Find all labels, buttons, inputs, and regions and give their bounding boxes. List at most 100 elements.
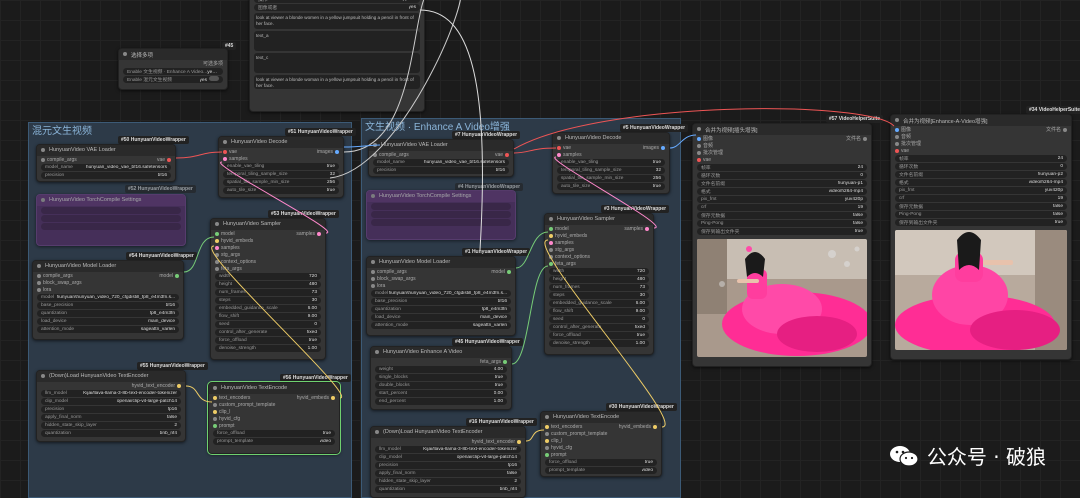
widget-row[interactable]: num_frames 73 bbox=[215, 289, 321, 296]
widget-row[interactable]: precision bf16 bbox=[41, 172, 171, 179]
socket-dot[interactable] bbox=[697, 136, 701, 141]
widget-row[interactable]: hidden_state_skip_layer 2 bbox=[375, 478, 521, 485]
widget-row[interactable] bbox=[371, 211, 511, 218]
node-title[interactable]: 合并为视频[插头增强] bbox=[693, 124, 871, 135]
vae-loader-node[interactable]: HunyuanVideo VAE Loader compile_args vae … bbox=[36, 144, 176, 182]
text-area[interactable]: text_a bbox=[254, 31, 420, 51]
widget-row[interactable]: base_precision bf16 bbox=[371, 298, 511, 305]
widget-row[interactable]: control_after_generate fixed bbox=[549, 324, 649, 331]
text-encode-node[interactable]: HunyuanVideo TextEncode text_encoders hyv… bbox=[207, 381, 341, 455]
widget-row[interactable]: double_blocks true bbox=[375, 382, 507, 389]
socket-dot[interactable] bbox=[37, 280, 41, 285]
widget-row[interactable] bbox=[41, 207, 181, 214]
socket-dot[interactable] bbox=[215, 245, 219, 250]
socket-dot[interactable] bbox=[653, 424, 657, 429]
socket-dot[interactable] bbox=[335, 149, 339, 154]
widget-row[interactable]: force_offload true bbox=[545, 459, 657, 466]
widget-row[interactable]: force_offload true bbox=[213, 430, 335, 437]
widget-row[interactable]: flow_shift 9.00 bbox=[549, 308, 649, 315]
toggle-switch[interactable] bbox=[209, 76, 219, 81]
model-loader-node[interactable]: HunyuanVideo Model Loader compile_args mo… bbox=[366, 256, 516, 336]
socket-dot[interactable] bbox=[661, 145, 665, 150]
socket-dot[interactable] bbox=[549, 254, 553, 259]
widget-row[interactable]: model hunyuan\hunyuan_video_720_cfgdistil… bbox=[37, 294, 179, 301]
widget-row[interactable]: quantization bnb_nf4 bbox=[375, 486, 521, 493]
widget-row[interactable]: attention_mode sageattn_varlen bbox=[371, 322, 511, 329]
widget-row[interactable]: quantization bnb_nf4 bbox=[41, 430, 181, 437]
text-area[interactable]: text_c bbox=[254, 53, 420, 73]
widget-row[interactable]: llm_model Kijai/llava-llama-3-8b-text-enc… bbox=[375, 446, 521, 453]
widget-row[interactable]: seed 0 bbox=[215, 321, 321, 328]
socket-dot[interactable] bbox=[1063, 127, 1067, 132]
torch-compile-node[interactable]: HunyuanVideo TorchCompile Settings bbox=[366, 190, 516, 240]
widget-row[interactable]: denoise_strength 1.00 bbox=[215, 345, 321, 352]
socket-dot[interactable] bbox=[895, 127, 899, 132]
widget-row[interactable]: 保存元数据 false bbox=[895, 203, 1067, 210]
node-title[interactable]: HunyuanVideo TorchCompile Settings bbox=[367, 191, 515, 202]
widget-row[interactable]: precision fp16 bbox=[375, 462, 521, 469]
socket-dot[interactable] bbox=[697, 150, 701, 155]
vae-loader-node[interactable]: HunyuanVideo VAE Loader compile_args vae … bbox=[368, 139, 514, 177]
socket-dot[interactable] bbox=[549, 240, 553, 245]
widget-row[interactable]: attention_mode sageattn_varlen bbox=[37, 326, 179, 333]
sampler-node[interactable]: HunyuanVideo Sampler model samples hyvid_… bbox=[210, 218, 326, 360]
widget-row[interactable]: 文件名前缀 hunyuan-p1 bbox=[697, 180, 867, 187]
socket-dot[interactable] bbox=[371, 269, 375, 274]
model-loader-node[interactable]: HunyuanVideo Model Loader compile_args mo… bbox=[32, 260, 184, 340]
node-title[interactable]: HunyuanVideo VAE Loader bbox=[369, 140, 513, 151]
socket-dot[interactable] bbox=[549, 233, 553, 238]
widget-row[interactable]: width 720 bbox=[549, 268, 649, 275]
widget-row[interactable]: base_precision bf16 bbox=[37, 302, 179, 309]
widget-row[interactable]: precision bf16 bbox=[373, 167, 509, 174]
socket-dot[interactable] bbox=[213, 416, 217, 421]
socket-dot[interactable] bbox=[697, 157, 701, 162]
socket-dot[interactable] bbox=[545, 424, 549, 429]
toggle-row[interactable]: Enable 混元文生视频 yes bbox=[123, 76, 223, 83]
socket-dot[interactable] bbox=[549, 226, 553, 231]
socket-dot[interactable] bbox=[177, 383, 181, 388]
socket-dot[interactable] bbox=[895, 148, 899, 153]
node-title[interactable]: HunyuanVideo TorchCompile Settings bbox=[37, 195, 185, 206]
enhance-a-video-node[interactable]: HunyuanVideo Enhance A Video feta_args w… bbox=[370, 346, 512, 410]
socket-dot[interactable] bbox=[545, 438, 549, 443]
widget-row[interactable]: clip_model openai/clip-vit-large-patch14 bbox=[375, 454, 521, 461]
widget-row[interactable]: pix_fmt yuv420p bbox=[697, 196, 867, 203]
socket-dot[interactable] bbox=[697, 143, 701, 148]
widget-row[interactable]: force_offload true bbox=[549, 332, 649, 339]
text-encoder-loader-node[interactable]: (Down)Load HunyuanVideo TextEncoder hyvi… bbox=[370, 426, 526, 498]
widget-row[interactable]: hidden_state_skip_layer 2 bbox=[41, 422, 181, 429]
socket-dot[interactable] bbox=[213, 402, 217, 407]
node-title[interactable]: HunyuanVideo Decode bbox=[219, 137, 343, 148]
widget-row[interactable] bbox=[41, 215, 181, 222]
socket-dot[interactable] bbox=[505, 152, 509, 157]
widget-row[interactable]: 帧率 24 bbox=[895, 155, 1067, 162]
widget-row[interactable]: height 480 bbox=[215, 281, 321, 288]
widget-row[interactable]: embedded_guidance_scale 6.00 bbox=[215, 305, 321, 312]
widget-row[interactable]: temporal_tiling_sample_size 32 bbox=[223, 171, 339, 178]
node-title[interactable]: HunyuanVideo VAE Loader bbox=[37, 145, 175, 156]
socket-dot[interactable] bbox=[557, 145, 561, 150]
widget-row[interactable]: prompt_template video bbox=[213, 438, 335, 445]
widget-row[interactable]: quantization fp8_e4m3fn bbox=[371, 306, 511, 313]
socket-dot[interactable] bbox=[213, 423, 217, 428]
socket-dot[interactable] bbox=[213, 409, 217, 414]
widget-row[interactable]: spatial_tile_sample_min_size 256 bbox=[557, 175, 665, 182]
widget-row[interactable]: control_after_generate fixed bbox=[215, 329, 321, 336]
socket-dot[interactable] bbox=[549, 261, 553, 266]
widget-row[interactable]: Ping-Pong false bbox=[697, 220, 867, 227]
video-combine-node-1[interactable]: 合并为视频[插头增强] 图像 文件名 音频 批次管理 vae 帧率 24 循环次数 0… bbox=[692, 123, 872, 367]
torch-compile-node[interactable]: HunyuanVideo TorchCompile Settings bbox=[36, 194, 186, 246]
socket-dot[interactable] bbox=[37, 287, 41, 292]
socket-dot[interactable] bbox=[37, 273, 41, 278]
widget-row[interactable]: auto_tile_size true bbox=[557, 183, 665, 190]
text-area[interactable]: look at viewer a blonde woman in a yello… bbox=[254, 75, 420, 89]
socket-dot[interactable] bbox=[331, 395, 335, 400]
widget-row[interactable]: spatial_tile_sample_min_size 256 bbox=[223, 179, 339, 186]
socket-dot[interactable] bbox=[645, 226, 649, 231]
widget-row[interactable]: 帧率 24 bbox=[697, 164, 867, 171]
widget-row[interactable]: 格式 video/h264-mp4 bbox=[895, 179, 1067, 186]
widget-row[interactable] bbox=[371, 203, 511, 210]
widget-row[interactable]: pix_fmt yuv420p bbox=[895, 187, 1067, 194]
widget-row[interactable]: auto_tile_size true bbox=[223, 187, 339, 194]
node-title[interactable]: 选择多项 bbox=[119, 49, 227, 60]
